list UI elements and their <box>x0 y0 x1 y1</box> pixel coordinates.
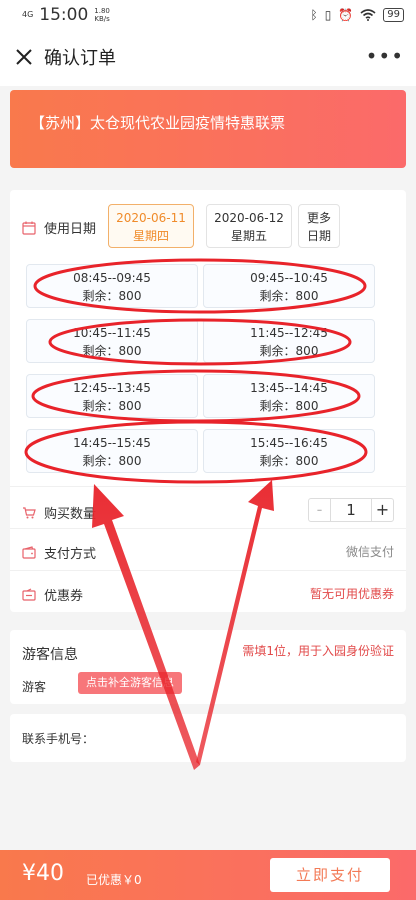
slot-remaining: 剩余：800 <box>82 289 142 303</box>
date-label: 使用日期 <box>44 222 97 237</box>
bluetooth-icon: ᛒ <box>310 8 318 22</box>
product-title: 【苏州】太仓现代农业园疫情特惠联票 <box>30 114 286 132</box>
coupon-row[interactable]: 优惠券 <box>22 585 83 604</box>
date-option-date: 2020-06-12 <box>214 211 284 225</box>
product-banner: 【苏州】太仓现代农业园疫情特惠联票 <box>10 90 406 168</box>
quantity-value[interactable]: 1 <box>331 499 371 521</box>
date-option-weekday: 星期五 <box>230 229 267 243</box>
more-dates-line2: 日期 <box>306 229 331 243</box>
payment-method-value: 微信支付 <box>345 545 394 559</box>
alarm-icon: ⏰ <box>338 8 354 22</box>
slot-remaining: 剩余：800 <box>259 454 319 468</box>
more-dates-button[interactable]: 更多 日期 <box>298 204 340 248</box>
page-title: 确认订单 <box>44 48 116 69</box>
speed-value: 1.80 <box>94 7 110 15</box>
time-slot[interactable]: 08:45--09:45 剩余：800 <box>26 264 198 308</box>
slot-time: 15:45--16:45 <box>250 436 328 450</box>
wallet-icon <box>22 545 36 559</box>
time-slot[interactable]: 09:45--10:45 剩余：800 <box>203 264 375 308</box>
time-slot[interactable]: 13:45--14:45 剩余：800 <box>203 374 375 418</box>
slot-remaining: 剩余：800 <box>82 454 142 468</box>
time-slot[interactable]: 12:45--13:45 剩余：800 <box>26 374 198 418</box>
date-row-label: 使用日期 <box>22 218 96 237</box>
cart-icon <box>23 506 36 518</box>
slot-time: 08:45--09:45 <box>73 271 151 285</box>
time-slot[interactable]: 15:45--16:45 剩余：800 <box>203 429 375 473</box>
calendar-icon <box>22 221 36 235</box>
visitor-label: 游客 <box>22 680 47 694</box>
more-dates-line1: 更多 <box>306 211 331 225</box>
slot-time: 10:45--11:45 <box>73 326 151 340</box>
slot-time: 12:45--13:45 <box>73 381 151 395</box>
network-speed: 1.80 KB/s <box>94 7 110 23</box>
quantity-label: 购买数量 <box>44 507 97 522</box>
coupon-value[interactable]: 暂无可用优惠券 <box>310 585 394 602</box>
network-indicator: 4G <box>22 10 34 19</box>
more-menu-button[interactable]: ••• <box>366 44 404 68</box>
date-option-0612[interactable]: 2020-06-12 星期五 <box>206 204 292 248</box>
pay-now-button[interactable]: 立即支付 <box>270 858 390 892</box>
coupon-label: 优惠券 <box>44 589 84 604</box>
slot-time: 11:45--12:45 <box>250 326 328 340</box>
phone-label: 联系手机号： <box>22 732 95 746</box>
wifi-icon <box>360 9 376 21</box>
close-icon[interactable] <box>12 45 36 69</box>
divider <box>10 570 406 571</box>
quantity-stepper: - 1 + <box>308 498 394 522</box>
slot-time: 13:45--14:45 <box>250 381 328 395</box>
visitor-title: 游客信息 <box>22 647 78 663</box>
slot-time: 09:45--10:45 <box>250 271 328 285</box>
visitor-note: 需填1位，用于入园身份验证 <box>242 644 394 658</box>
battery-icon: 99 <box>383 8 404 22</box>
status-bar: 4G 15:00 1.80 KB/s ᛒ ▯ ⏰ 99 <box>0 0 416 30</box>
order-card: 使用日期 2020-06-11 星期四 2020-06-12 星期五 更多 日期… <box>10 190 406 612</box>
slot-remaining: 剩余：800 <box>82 344 142 358</box>
complete-visitor-info-button[interactable]: 点击补全游客信息 <box>78 672 182 694</box>
payment-label: 支付方式 <box>44 547 97 562</box>
date-option-0611[interactable]: 2020-06-11 星期四 <box>108 204 194 248</box>
divider <box>10 486 406 487</box>
slot-remaining: 剩余：800 <box>82 399 142 413</box>
phone-card[interactable]: 联系手机号： <box>10 714 406 762</box>
slot-remaining: 剩余：800 <box>259 289 319 303</box>
quantity-plus-button[interactable]: + <box>371 499 393 521</box>
divider <box>10 528 406 529</box>
slot-remaining: 剩余：800 <box>259 344 319 358</box>
discount-amount: 已优惠￥0 <box>86 873 142 887</box>
quantity-row-label: 购买数量 <box>22 503 96 522</box>
slot-time: 14:45--15:45 <box>73 436 151 450</box>
speed-unit: KB/s <box>94 15 110 23</box>
time-slot[interactable]: 10:45--11:45 剩余：800 <box>26 319 198 363</box>
page-header: 确认订单 ••• <box>0 30 416 86</box>
time-slot[interactable]: 14:45--15:45 剩余：800 <box>26 429 198 473</box>
visitor-card: 游客信息 需填1位，用于入园身份验证 游客 点击补全游客信息 <box>10 630 406 704</box>
total-price: ¥40 <box>22 861 64 886</box>
status-time: 15:00 <box>39 5 89 25</box>
vibrate-icon: ▯ <box>324 8 332 22</box>
quantity-minus-button[interactable]: - <box>309 499 331 521</box>
slot-remaining: 剩余：800 <box>259 399 319 413</box>
payment-row[interactable]: 支付方式 <box>22 543 96 562</box>
time-slot[interactable]: 11:45--12:45 剩余：800 <box>203 319 375 363</box>
date-option-date: 2020-06-11 <box>116 211 186 225</box>
date-option-weekday: 星期四 <box>132 229 169 243</box>
coupon-icon <box>22 587 36 601</box>
checkout-bar: ¥40 已优惠￥0 立即支付 <box>0 850 416 900</box>
